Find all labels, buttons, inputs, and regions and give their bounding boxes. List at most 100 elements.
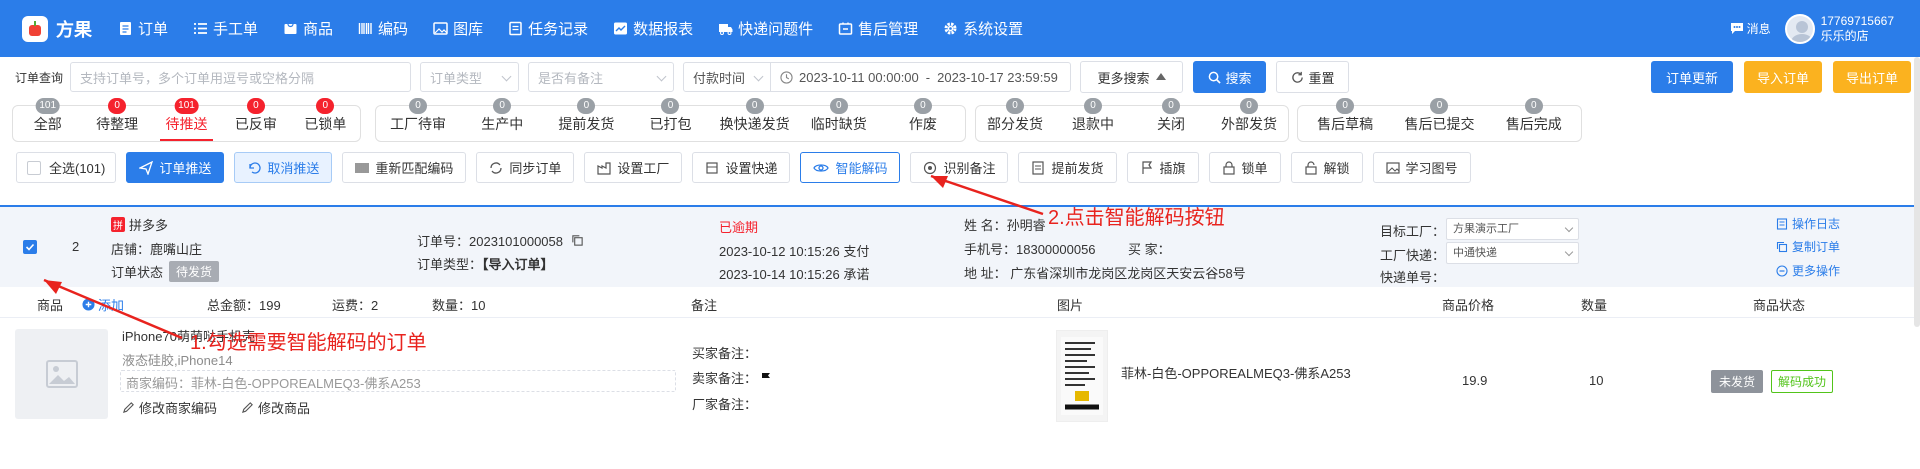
flag-button[interactable]: 插旗 [1126, 152, 1199, 183]
tab-1-2[interactable]: 0 提前发货 [544, 98, 628, 141]
order-header: 2 拼 拼多多 店铺：鹿嘴山庄 订单状态 待发货 订单号：20231010000… [0, 207, 1920, 287]
nav-item-aftersale[interactable]: 售后管理 [838, 18, 918, 39]
smart-decode-button[interactable]: 智能解码 [800, 152, 901, 183]
date-range-picker[interactable]: 2023-10-11 00:00:00 - 2023-10-17 23:59:5… [771, 62, 1072, 92]
nav-item-order[interactable]: 订单 [118, 18, 168, 39]
tab-1-5[interactable]: 0 临时缺货 [797, 98, 881, 141]
app-logo[interactable]: 方果 [22, 15, 92, 42]
date-start: 2023-10-11 00:00:00 [799, 69, 919, 85]
tab-count-badge: 0 [316, 98, 335, 114]
tab-label: 已反审 [234, 116, 277, 132]
more-search-button[interactable]: 更多搜索 [1080, 61, 1184, 93]
nav-item-parcel[interactable]: 快递问题件 [718, 18, 813, 39]
import-order-button[interactable]: 导入订单 [1744, 61, 1822, 93]
tab-2-1[interactable]: 0 退款中 [1054, 98, 1132, 141]
tab-label: 生产中 [481, 116, 524, 132]
user-area: 消息 17769715667 乐乐的店 [1730, 13, 1894, 44]
nav-item-chart[interactable]: 数据报表 [613, 18, 693, 39]
nav-item-image[interactable]: 图库 [433, 18, 483, 39]
barcode-icon [358, 23, 372, 34]
tab-2-3[interactable]: 0 外部发货 [1210, 98, 1288, 141]
set-factory-button[interactable]: 设置工厂 [584, 152, 683, 183]
tab-1-4[interactable]: 0 换快递发货 [713, 98, 797, 141]
scan-icon [924, 161, 937, 174]
factory-express-select[interactable]: 中通快递 [1446, 242, 1579, 264]
tab-1-6[interactable]: 0 作废 [881, 98, 965, 141]
rematch-code-button[interactable]: 重新匹配编码 [342, 152, 467, 183]
lock-button[interactable]: 锁单 [1208, 152, 1281, 183]
tab-2-2[interactable]: 0 关闭 [1132, 98, 1210, 141]
copy-icon[interactable] [571, 234, 584, 247]
flag-icon[interactable] [760, 372, 772, 384]
tab-0-2[interactable]: 101 待推送 [152, 98, 221, 141]
messages-button[interactable]: 消息 [1730, 20, 1771, 37]
remark-select[interactable]: 是否有备注 [528, 62, 675, 92]
tab-count-badge: 0 [246, 98, 265, 114]
product-thumbnail[interactable] [15, 329, 108, 419]
tab-count-badge: 0 [1084, 98, 1102, 114]
set-express-button[interactable]: 设置快递 [692, 152, 791, 183]
tab-2-0[interactable]: 0 部分发货 [976, 98, 1054, 141]
order-type: 订单类型：【导入订单】 [417, 257, 554, 272]
scrollbar[interactable] [1914, 57, 1920, 327]
tab-3-2[interactable]: 0 售后完成 [1487, 98, 1581, 141]
total-quantity: 数量：10 [432, 298, 486, 313]
early-ship-button[interactable]: 提前发货 [1018, 152, 1117, 183]
search-button[interactable]: 搜索 [1193, 61, 1267, 93]
tab-count-badge: 0 [745, 98, 764, 114]
tab-1-3[interactable]: 0 已打包 [628, 98, 712, 141]
merchant-code-field[interactable]: 商家编码：菲林-白色-OPPOREALMEQ3-佛系A253 [120, 370, 676, 392]
edit-merchant-code-link[interactable]: 修改商家编码 [122, 398, 217, 417]
avatar[interactable] [1784, 13, 1815, 44]
learn-image-button[interactable]: 学习图号 [1372, 152, 1471, 183]
copy-order-link[interactable]: 复制订单 [1776, 238, 1840, 255]
user-info[interactable]: 17769715667 乐乐的店 [1821, 14, 1894, 44]
product-status: 未发货 解码成功 [1711, 370, 1834, 393]
chevron-down-icon [1564, 247, 1574, 257]
tab-group-production: 0 工厂待审 0 生产中 0 提前发货 0 已打包 0 换快递发货 0 临时缺货 0 作废 [375, 98, 966, 142]
tab-0-4[interactable]: 0 已锁单 [291, 98, 360, 141]
add-product-button[interactable]: 添加 [82, 295, 124, 314]
time-type-select[interactable]: 付款时间 [683, 62, 772, 92]
reset-button[interactable]: 重置 [1276, 61, 1350, 93]
order-update-button[interactable]: 订单更新 [1651, 61, 1733, 93]
order-index: 2 [72, 239, 80, 254]
order-search-input[interactable]: 支持订单号，多个订单用逗号或空格分隔 [70, 62, 412, 92]
nav-item-barcode[interactable]: 编码 [358, 18, 408, 39]
select-all-checkbox[interactable]: 全选(101) [16, 152, 117, 183]
operation-log-link[interactable]: 操作日志 [1776, 215, 1840, 232]
order-push-button[interactable]: 订单推送 [126, 152, 225, 183]
product-image[interactable] [1056, 330, 1108, 422]
unlock-button[interactable]: 解锁 [1290, 152, 1363, 183]
more-operations-link[interactable]: 更多操作 [1776, 262, 1840, 279]
export-order-button[interactable]: 导出订单 [1833, 61, 1911, 93]
tab-count-badge: 0 [1524, 98, 1543, 114]
sync-order-button[interactable]: 同步订单 [476, 152, 575, 183]
user-shop: 乐乐的店 [1820, 28, 1869, 43]
target-factory-select[interactable]: 方果演示工厂 [1446, 218, 1579, 240]
nav-item-task[interactable]: 任务记录 [508, 18, 588, 39]
recognize-remark-button[interactable]: 识别备注 [910, 152, 1009, 183]
product-quantity: 10 [1589, 373, 1604, 388]
ship-status-badge: 未发货 [1711, 370, 1764, 393]
nav-item-goods[interactable]: 商品 [283, 18, 333, 39]
tab-0-3[interactable]: 0 已反审 [221, 98, 290, 141]
tab-0-0[interactable]: 101 全部 [13, 98, 82, 141]
order-type-select[interactable]: 订单类型 [420, 62, 520, 92]
edit-product-link[interactable]: 修改商品 [241, 398, 310, 417]
nav-item-list[interactable]: 手工单 [193, 18, 258, 39]
tab-3-1[interactable]: 0 售后已提交 [1392, 98, 1486, 141]
tab-3-0[interactable]: 0 售后草稿 [1298, 98, 1392, 141]
tab-0-1[interactable]: 0 待整理 [82, 98, 151, 141]
order-checkbox[interactable] [23, 240, 45, 254]
tab-1-1[interactable]: 0 生产中 [460, 98, 544, 141]
nav-item-label: 数据报表 [633, 21, 694, 38]
cancel-push-button[interactable]: 取消推送 [234, 152, 333, 183]
shop-name: 店铺：鹿嘴山庄 [111, 242, 203, 257]
order-number: 订单号：2023101000058 [417, 231, 584, 250]
nav-item-label: 快递问题件 [738, 21, 814, 38]
nav-item-gear[interactable]: 系统设置 [943, 18, 1023, 39]
flag-icon [1141, 160, 1152, 174]
tab-1-0[interactable]: 0 工厂待审 [376, 98, 460, 141]
receiver-name: 姓 名：孙明睿 [964, 218, 1046, 233]
